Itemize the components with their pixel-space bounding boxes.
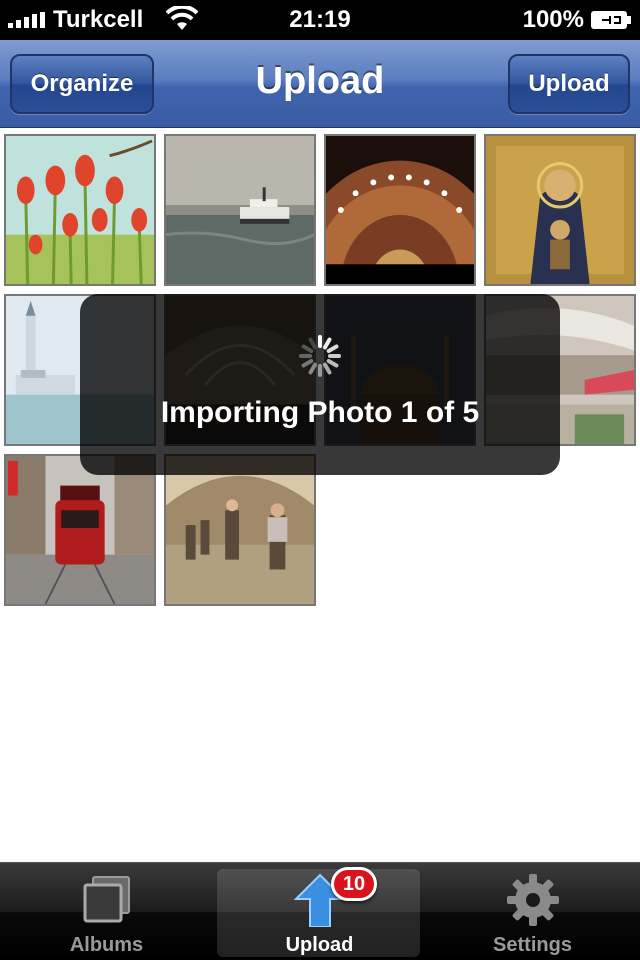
- import-progress-hud: Importing Photo 1 of 5: [80, 294, 560, 475]
- battery-charging-icon: [591, 11, 631, 29]
- albums-icon: [83, 876, 130, 923]
- navigation-bar: Organize Upload Upload: [0, 40, 640, 128]
- battery-percentage: 100%: [522, 6, 584, 33]
- upload-button[interactable]: Upload: [508, 54, 630, 114]
- status-bar: Turkcell 21:19 100%: [0, 0, 640, 40]
- photo-thumbnail-bazaar-crowd[interactable]: [164, 454, 316, 606]
- tab-upload-label: Upload: [285, 934, 354, 956]
- tab-bar: Albums 10 Upload Settings: [0, 862, 640, 960]
- photo-thumbnail-mosque-dome[interactable]: [324, 134, 476, 286]
- tab-upload[interactable]: 10 Upload: [213, 863, 426, 960]
- gear-icon: [506, 874, 559, 926]
- photo-thumbnail-ferry[interactable]: [164, 134, 316, 286]
- tab-settings-label: Settings: [493, 934, 572, 956]
- photo-thumbnail-tram[interactable]: [4, 454, 156, 606]
- activity-spinner-icon: [299, 335, 341, 377]
- tab-albums-label: Albums: [69, 934, 144, 956]
- tab-albums[interactable]: Albums: [0, 863, 213, 960]
- import-status-message: Importing Photo 1 of 5: [160, 396, 480, 429]
- photo-thumbnail-tulips[interactable]: [4, 134, 156, 286]
- upload-count-badge: 10: [331, 867, 377, 901]
- tab-settings[interactable]: Settings: [426, 863, 639, 960]
- photo-thumbnail-mosaic[interactable]: [484, 134, 636, 286]
